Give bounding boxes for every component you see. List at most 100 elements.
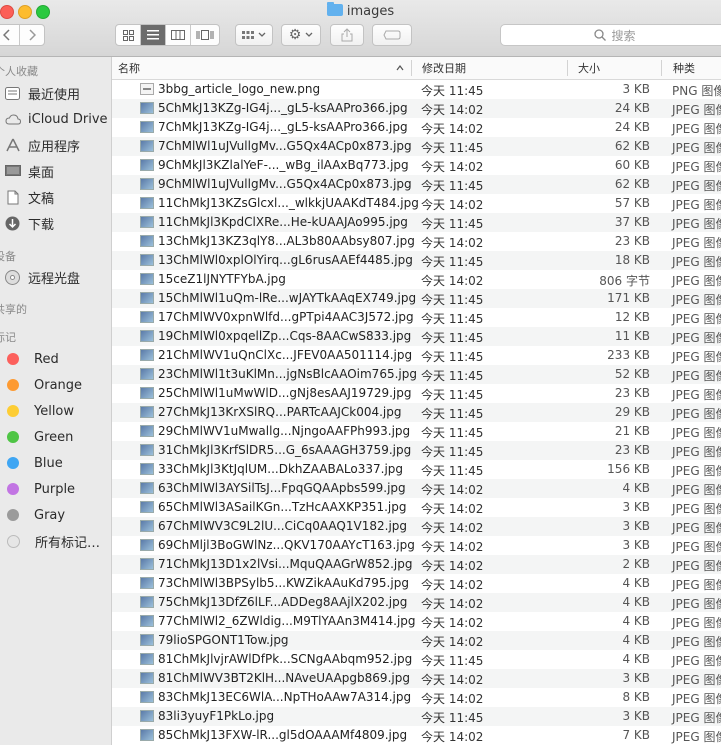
share-button[interactable] — [330, 24, 364, 46]
file-row[interactable]: 75ChMkJ13DfZ6lLF...ADDeg8AAjlX202.jpg 今天 … — [112, 593, 721, 612]
tag-icon — [383, 30, 401, 40]
column-header-kind[interactable]: 种类 — [673, 57, 695, 79]
file-kind: JPEG 图像 — [672, 217, 721, 231]
file-date: 今天 11:45 — [421, 84, 484, 98]
sidebar-tag-orange[interactable]: Orange — [4, 375, 82, 395]
file-row[interactable]: 81ChMkJlvjrAWlDfPk...SCNgAAbqm952.jpg 今天 … — [112, 650, 721, 669]
file-size: 23 KB — [614, 234, 650, 248]
sidebar-tag-all-tags[interactable]: 所有标记… — [4, 531, 100, 551]
file-kind: JPEG 图像 — [672, 673, 721, 687]
file-row[interactable]: 23ChMlWl1t3uKlMn...jgNsBlcAAOim765.jpg 今天… — [112, 365, 721, 384]
file-row[interactable]: 7ChMkJ13KZg-IG4j..._gL5-ksAAPro366.jpg 今天… — [112, 118, 721, 137]
file-kind: JPEG 图像 — [672, 521, 721, 535]
file-row[interactable]: 81ChMlWV3BT2KlH...NAveUAApgb869.jpg 今天 14… — [112, 669, 721, 688]
disc-icon — [4, 269, 21, 285]
file-row[interactable]: 7ChMlWl1uJVullgMv...G5Qx4ACp0x873.jpg 今天 … — [112, 137, 721, 156]
column-header-date[interactable]: 修改日期 — [422, 57, 466, 79]
file-row[interactable]: 15ceZ1lJNYTFYbA.jpg 今天 14:02 806 字节 JPEG 图像 — [112, 270, 721, 289]
file-row[interactable]: 5ChMkJ13KZg-IG4j..._gL5-ksAAPro366.jpg 今天… — [112, 99, 721, 118]
file-name: 79lioSPGONT1Tow.jpg — [158, 633, 289, 647]
action-button[interactable]: ⚙ — [281, 24, 321, 46]
file-name: 7ChMlWl1uJVullgMv...G5Qx4ACp0x873.jpg — [158, 139, 412, 153]
sidebar-tag-gray[interactable]: Gray — [4, 505, 65, 525]
chevron-down-icon — [305, 32, 313, 37]
file-row[interactable]: 25ChMlWl1uMwWlD...gNj8esAAJ19729.jpg 今天 1… — [112, 384, 721, 403]
file-date: 今天 14:02 — [421, 521, 484, 535]
jpeg-file-icon — [140, 254, 154, 266]
file-row[interactable]: 13ChMlWl0xplOlYirq...gL6rusAAEf4485.jpg 今… — [112, 251, 721, 270]
file-date: 今天 11:45 — [421, 255, 484, 269]
sidebar-item-downloads[interactable]: 下载 — [4, 213, 54, 233]
file-row[interactable]: 17ChMlWV0xpnWlfd...gPTpi4AAC3J572.jpg 今天 … — [112, 308, 721, 327]
list-icon — [147, 30, 160, 40]
jpeg-file-icon — [140, 653, 154, 665]
column-divider[interactable] — [567, 60, 568, 76]
file-row[interactable]: 11ChMkJ13KZsGlcxl..._wlkkjUAAKdT484.jpg 今… — [112, 194, 721, 213]
file-kind: JPEG 图像 — [672, 635, 721, 649]
sidebar-item-icloud-drive[interactable]: iCloud Drive — [4, 109, 108, 129]
sidebar-item-label: 远程光盘 — [28, 271, 81, 287]
file-row[interactable]: 67ChMlWV3C9L2lU...CiCq0AAQ1V182.jpg 今天 14… — [112, 517, 721, 536]
file-row[interactable]: 77ChMlWl2_6ZWldig...M9TlYAAn3M414.jpg 今天 … — [112, 612, 721, 631]
file-row[interactable]: 79lioSPGONT1Tow.jpg 今天 14:02 4 KB JPEG 图像 — [112, 631, 721, 650]
file-row[interactable]: 33ChMkJl3KtJqlUM...DkhZAABALo337.jpg 今天 1… — [112, 460, 721, 479]
column-header-name[interactable]: 名称 — [118, 57, 140, 79]
file-row[interactable]: 19ChMlWl0xpqellZp...Cqs-8AACwS833.jpg 今天 … — [112, 327, 721, 346]
file-kind: JPEG 图像 — [672, 616, 721, 630]
file-row[interactable]: 31ChMkJl3KrfSlDR5...G_6sAAAGH3759.jpg 今天 … — [112, 441, 721, 460]
file-date: 今天 14:02 — [421, 635, 484, 649]
column-divider[interactable] — [661, 60, 662, 76]
sidebar-item-applications[interactable]: 应用程序 — [4, 135, 80, 155]
sidebar-tag-yellow[interactable]: Yellow — [4, 401, 74, 421]
file-kind: JPEG 图像 — [672, 122, 721, 136]
arrange-button[interactable] — [235, 24, 273, 46]
file-row[interactable]: 73ChMlWl3BPSylb5...KWZikAAuKd795.jpg 今天 1… — [112, 574, 721, 593]
file-row[interactable]: 9ChMlWl1uJVullgMv...G5Qx4ACp0x873.jpg 今天 … — [112, 175, 721, 194]
back-button[interactable] — [0, 25, 20, 45]
sidebar-tag-green[interactable]: Green — [4, 427, 73, 447]
file-row[interactable]: 3bbg_article_logo_new.png 今天 11:45 3 KB PNG… — [112, 80, 721, 99]
sidebar-item-desktop[interactable]: 桌面 — [4, 161, 54, 181]
sidebar-tag-red[interactable]: Red — [4, 349, 59, 369]
file-row[interactable]: 69ChMljl3BoGWlNz...QKV170AAYcT163.jpg 今天 … — [112, 536, 721, 555]
column-divider[interactable] — [411, 60, 412, 76]
file-row[interactable]: 63ChMlWl3AYSilTsJ...FpqGQAApbs599.jpg 今天 … — [112, 479, 721, 498]
file-kind: JPEG 图像 — [672, 692, 721, 706]
view-mode-segment — [115, 24, 220, 46]
file-kind: JPEG 图像 — [672, 388, 721, 402]
cover-flow-view-button[interactable] — [191, 25, 219, 45]
icon-view-button[interactable] — [116, 25, 142, 45]
sidebar-tag-blue[interactable]: Blue — [4, 453, 63, 473]
sidebar-item-documents[interactable]: 文稿 — [4, 187, 54, 207]
file-row[interactable]: 21ChMlWV1uQnClXc...JFEV0AA501114.jpg 今天 1… — [112, 346, 721, 365]
list-view-button[interactable] — [141, 25, 167, 45]
sidebar-item-label: 下载 — [28, 217, 55, 233]
file-name: 17ChMlWV0xpnWlfd...gPTpi4AAC3J572.jpg — [158, 310, 414, 324]
file-row[interactable]: 83li3yuyF1PkLo.jpg 今天 11:45 3 KB JPEG 图像 — [112, 707, 721, 726]
file-name: 5ChMkJ13KZg-IG4j..._gL5-ksAAPro366.jpg — [158, 101, 408, 115]
file-row[interactable]: 15ChMlWl1uQm-lRe...wJAYTkAAqEX749.jpg 今天 … — [112, 289, 721, 308]
column-header-size[interactable]: 大小 — [578, 57, 600, 79]
file-row[interactable]: 65ChMlWl3ASailKGn...TzHcAAXKP351.jpg 今天 1… — [112, 498, 721, 517]
file-size: 3 KB — [622, 500, 650, 514]
file-row[interactable]: 13ChMkJ13KZ3qlY8...AL3b80AAbsy807.jpg 今天 … — [112, 232, 721, 251]
file-row[interactable]: 9ChMkJl3KZlalYeF-..._wBg_ilAAxBq773.jpg 今… — [112, 156, 721, 175]
file-row[interactable]: 85ChMkJ13FXW-lR...gl5dOAAAMf4809.jpg 今天 1… — [112, 726, 721, 745]
file-row[interactable]: 71ChMkJ13D1x2lVsi...MquQAAGrW852.jpg 今天 1… — [112, 555, 721, 574]
tags-button[interactable] — [372, 24, 412, 46]
file-name: 7ChMkJ13KZg-IG4j..._gL5-ksAAPro366.jpg — [158, 120, 408, 134]
sidebar-item-remote-disc[interactable]: 远程光盘 — [4, 267, 80, 287]
file-date: 今天 11:45 — [421, 179, 484, 193]
file-row[interactable]: 29ChMlWV1uMwallg...NjngoAAFPh993.jpg 今天 1… — [112, 422, 721, 441]
file-row[interactable]: 27ChMkJ13KrXSlRQ...PARTcAAJCk004.jpg 今天 1… — [112, 403, 721, 422]
file-row[interactable]: 83ChMkJ13EC6WlA...NpTHoAAw7A314.jpg 今天 14… — [112, 688, 721, 707]
column-view-button[interactable] — [166, 25, 192, 45]
sidebar-tag-purple[interactable]: Purple — [4, 479, 75, 499]
file-row[interactable]: 11ChMkJl3KpdClXRe...He-kUAAJAo995.jpg 今天 … — [112, 213, 721, 232]
forward-button[interactable] — [20, 25, 44, 45]
blue-tag-dot-icon — [7, 457, 19, 469]
search-field[interactable]: 搜索 — [500, 24, 721, 46]
sidebar-item-recents[interactable]: 最近使用 — [4, 83, 80, 103]
file-kind: JPEG 图像 — [672, 407, 721, 421]
file-name: 65ChMlWl3ASailKGn...TzHcAAXKP351.jpg — [158, 500, 407, 514]
